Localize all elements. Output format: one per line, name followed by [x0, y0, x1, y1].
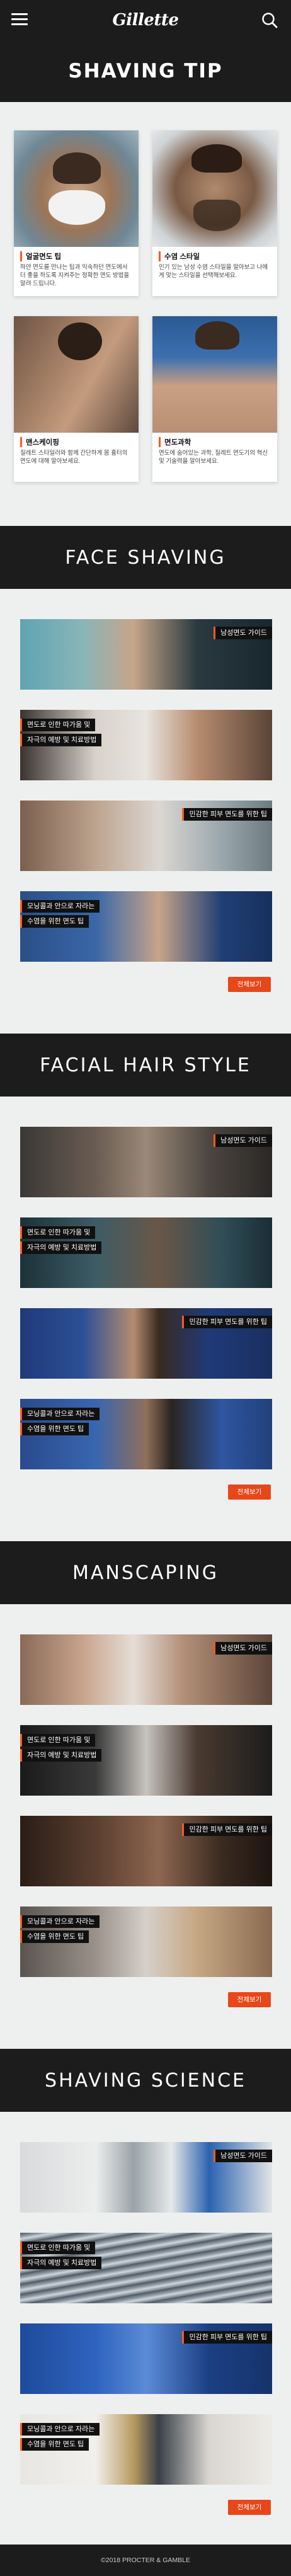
- article-banner[interactable]: 민감한 피부 면도를 위한 팁: [20, 1308, 272, 1379]
- banner-label: 모닝콜과 안으로 자라는: [20, 2423, 100, 2436]
- tip-card-manscaping[interactable]: 맨스케이핑 질레트 스타일러와 함께 간단하게 몸 흉터의 면도에 대해 알아보…: [14, 316, 139, 482]
- article-banner[interactable]: 면도로 인한 따가움 및 자극의 예방 및 치료방법: [20, 1217, 272, 1288]
- section-header-shaving-science: SHAVING SCIENCE: [0, 2049, 291, 2112]
- section-title: MANSCAPING: [72, 1561, 219, 1584]
- tip-card-face-shaving[interactable]: 얼굴면도 팁 하얀 면도를 만나는 팁과 익숙하던 면도에서 더 좋을 하도록 …: [14, 130, 139, 296]
- article-banner[interactable]: 민감한 피부 면도를 위한 팁: [20, 1816, 272, 1886]
- article-banner[interactable]: 남성면도 가이드: [20, 619, 272, 690]
- section-header-face-shaving: FACE SHAVING: [0, 526, 291, 589]
- banner-label: 면도로 인한 따가움 및: [20, 719, 96, 732]
- banner-label: 모닝콜과 안으로 자라는: [20, 900, 100, 913]
- tip-grid: 얼굴면도 팁 하얀 면도를 만나는 팁과 익숙하던 면도에서 더 좋을 하도록 …: [0, 102, 291, 526]
- banner-label: 수염을 위한 면도 팁: [20, 1930, 89, 1944]
- tip-title: 면도과학: [159, 437, 271, 447]
- tip-photo: [152, 130, 277, 247]
- banner-label: 자극의 예방 및 치료방법: [20, 2257, 102, 2270]
- article-banner[interactable]: 면도로 인한 따가움 및 자극의 예방 및 치료방법: [20, 2233, 272, 2303]
- view-all-button[interactable]: 전체보기: [228, 977, 271, 992]
- section-header-facial-hair-style: FACIAL HAIR STYLE: [0, 1034, 291, 1097]
- banner-label: 수염을 위한 면도 팁: [20, 2438, 89, 2451]
- article-banner[interactable]: 남성면도 가이드: [20, 1634, 272, 1705]
- banner-label: 민감한 피부 면도를 위한 팁: [182, 1823, 272, 1837]
- banner-label: 자극의 예방 및 치료방법: [20, 1749, 102, 1762]
- article-banner[interactable]: 면도로 인한 따가움 및 자극의 예방 및 치료방법: [20, 1725, 272, 1796]
- section-face-shaving: 남성면도 가이드 면도로 인한 따가움 및 자극의 예방 및 치료방법 민감한 …: [0, 589, 291, 1034]
- banner-label: 남성면도 가이드: [214, 627, 272, 640]
- banner-label: 자극의 예방 및 치료방법: [20, 1241, 102, 1255]
- banner-label: 민감한 피부 면도를 위한 팁: [182, 2331, 272, 2344]
- article-banner[interactable]: 민감한 피부 면도를 위한 팁: [20, 2323, 272, 2394]
- tip-title: 수염 스타일: [159, 251, 271, 261]
- tip-photo: [14, 130, 139, 247]
- copyright-text: ©2018 PROCTER & GAMBLE: [101, 2556, 190, 2564]
- banner-label: 민감한 피부 면도를 위한 팁: [182, 808, 272, 821]
- banner-label: 면도로 인한 따가움 및: [20, 2242, 96, 2255]
- banner-label: 수염을 위한 면도 팁: [20, 1423, 89, 1436]
- view-all-button[interactable]: 전체보기: [228, 2500, 271, 2515]
- tip-description: 질레트 스타일러와 함께 간단하게 몸 흉터의 면도에 대해 알아보세요.: [20, 450, 128, 465]
- banner-label: 자극의 예방 및 치료방법: [20, 734, 102, 747]
- tip-card-beard-style[interactable]: 수염 스타일 인기 있는 남성 수염 스타일을 알아보고 나에게 맞는 스타일을…: [152, 130, 277, 296]
- tip-description: 면도에 숨어있는 과학, 질레트 면도기의 혁신 및 기술력을 알아보세요.: [159, 450, 268, 465]
- banner-label: 모닝콜과 안으로 자라는: [20, 1915, 100, 1929]
- banner-label: 민감한 피부 면도를 위한 팁: [182, 1316, 272, 1329]
- article-banner[interactable]: 모닝콜과 안으로 자라는 수염을 위한 면도 팁: [20, 1399, 272, 1469]
- section-shaving-science: 남성면도 가이드 면도로 인한 따가움 및 자극의 예방 및 치료방법 민감한 …: [0, 2112, 291, 2556]
- banner-label: 남성면도 가이드: [214, 1134, 272, 1148]
- tip-title: 맨스케이핑: [20, 437, 132, 447]
- section-facial-hair-style: 남성면도 가이드 면도로 인한 따가움 및 자극의 예방 및 치료방법 민감한 …: [0, 1097, 291, 1541]
- tip-photo: [14, 316, 139, 433]
- banner-label: 남성면도 가이드: [214, 2150, 272, 2163]
- search-icon[interactable]: [261, 11, 278, 29]
- section-title: SHAVING SCIENCE: [45, 2069, 246, 2092]
- section-header-manscaping: MANSCAPING: [0, 1541, 291, 1604]
- tip-description: 하얀 면도를 만나는 팁과 익숙하던 면도에서 더 좋을 하도록 지켜주는 정확…: [20, 264, 130, 287]
- banner-label: 수염을 위한 면도 팁: [20, 915, 89, 928]
- view-all-button[interactable]: 전체보기: [228, 1485, 271, 1500]
- page-title: SHAVING TIP: [68, 60, 223, 83]
- banner-label: 남성면도 가이드: [214, 1642, 272, 1655]
- article-banner[interactable]: 남성면도 가이드: [20, 1127, 272, 1197]
- banner-label: 면도로 인한 따가움 및: [20, 1226, 96, 1240]
- section-manscaping: 남성면도 가이드 면도로 인한 따가움 및 자극의 예방 및 치료방법 민감한 …: [0, 1604, 291, 2049]
- section-title: FACE SHAVING: [65, 546, 226, 569]
- article-banner[interactable]: 모닝콜과 안으로 자라는 수염을 위한 면도 팁: [20, 1906, 272, 1977]
- banner-label: 면도로 인한 따가움 및: [20, 1734, 96, 1747]
- tip-description: 인기 있는 남성 수염 스타일을 알아보고 나에게 맞는 스타일을 선택해보세요…: [159, 264, 268, 279]
- article-banner[interactable]: 모닝콜과 안으로 자라는 수염을 위한 면도 팁: [20, 891, 272, 962]
- view-all-button[interactable]: 전체보기: [228, 1992, 271, 2007]
- top-bar: Gillette: [0, 0, 291, 40]
- tip-photo: [152, 316, 277, 433]
- tip-title: 얼굴면도 팁: [20, 251, 132, 261]
- brand-logo[interactable]: Gillette: [0, 11, 291, 30]
- tip-card-shaving-science[interactable]: 면도과학 면도에 숨어있는 과학, 질레트 면도기의 혁신 및 기술력을 알아보…: [152, 316, 277, 482]
- article-banner[interactable]: 면도로 인한 따가움 및 자극의 예방 및 치료방법: [20, 710, 272, 780]
- footer: ©2018 PROCTER & GAMBLE: [0, 2545, 291, 2576]
- section-title: FACIAL HAIR STYLE: [40, 1054, 251, 1076]
- banner-label: 모닝콜과 안으로 자라는: [20, 1408, 100, 1421]
- article-banner[interactable]: 민감한 피부 면도를 위한 팁: [20, 801, 272, 871]
- hero-banner: SHAVING TIP: [0, 40, 291, 102]
- article-banner[interactable]: 모닝콜과 안으로 자라는 수염을 위한 면도 팁: [20, 2414, 272, 2485]
- article-banner[interactable]: 남성면도 가이드: [20, 2142, 272, 2213]
